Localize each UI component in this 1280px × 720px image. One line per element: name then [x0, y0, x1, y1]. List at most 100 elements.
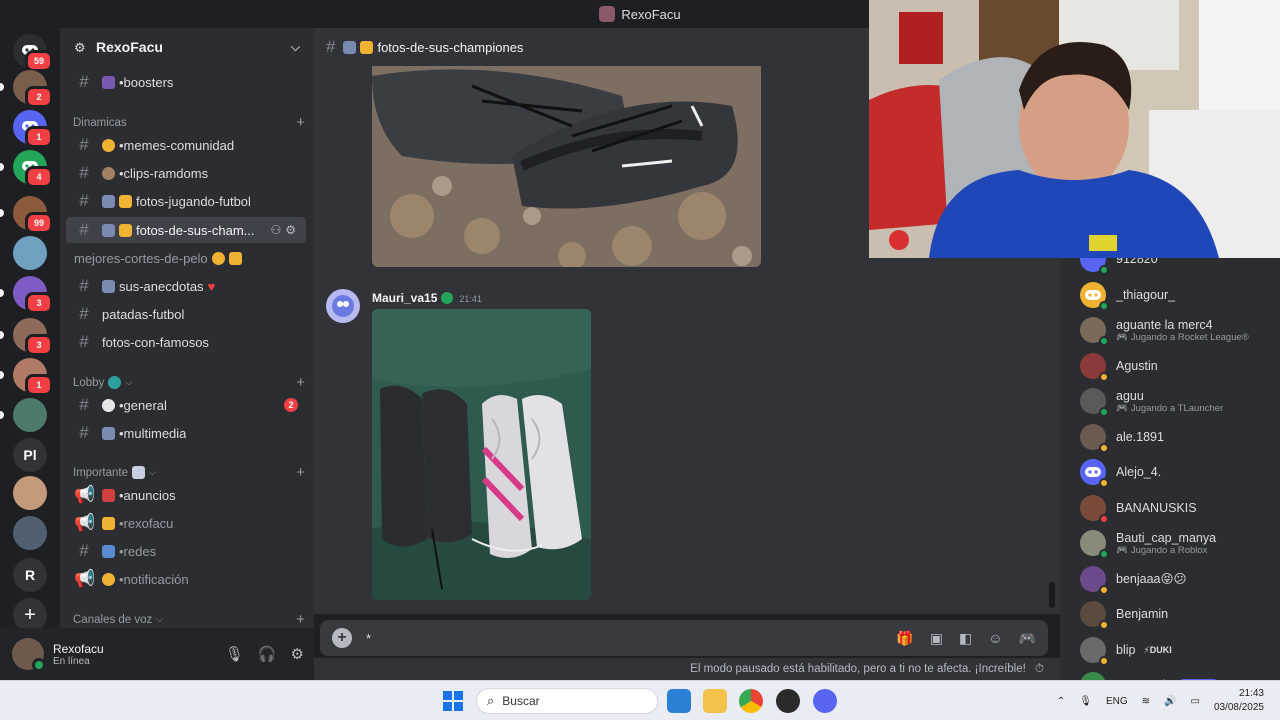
member-item[interactable]: _thiagour_	[1080, 278, 1276, 312]
member-item[interactable]: Agustin	[1080, 349, 1276, 383]
scrollbar[interactable]	[1049, 582, 1055, 608]
server-icon[interactable]	[13, 476, 47, 510]
channel-rexofacu[interactable]: 📢 •rexofacu	[66, 510, 306, 536]
status-indicator-icon	[1099, 300, 1109, 311]
member-item[interactable]: ale.1891	[1080, 420, 1276, 454]
language-indicator[interactable]: ENG	[1106, 696, 1128, 707]
member-item[interactable]: Benjamin	[1080, 597, 1276, 631]
headphones-icon[interactable]: 🎧	[258, 645, 277, 663]
channel-sus-anecdotas[interactable]: ● # sus-anecdotas ♥	[66, 273, 306, 299]
search-icon: ⌕	[487, 693, 495, 708]
avatar[interactable]	[12, 638, 46, 672]
member-item[interactable]: aguu 🎮 Jugando a TLauncher	[1080, 384, 1276, 418]
notification-badge: 99	[25, 212, 53, 234]
server-icon[interactable]: 1	[13, 358, 53, 396]
server-icon[interactable]: 1	[13, 110, 53, 148]
wifi-icon[interactable]: ≋	[1142, 696, 1150, 707]
channel-boosters[interactable]: ● # •boosters	[66, 69, 306, 95]
channel-label: fotos-de-sus-cham...	[136, 222, 255, 238]
channel-clips-ramdoms[interactable]: ● # •clips-ramdoms	[66, 160, 306, 186]
volume-icon[interactable]: 🔊	[1164, 696, 1176, 707]
category-importante[interactable]: Importante ⌵ +	[73, 464, 305, 481]
add-attachment-icon[interactable]: +	[332, 628, 352, 648]
channel-memes-comunidad[interactable]: ● # •memes-comunidad	[66, 132, 306, 158]
server-icon[interactable]	[13, 398, 47, 432]
emoji-icon[interactable]: ☺	[988, 630, 1002, 647]
chrome-icon[interactable]	[739, 689, 763, 713]
notification-badge: 4	[25, 166, 53, 188]
channel-mejores-cortes-de-pelo[interactable]: mejores-cortes-de-pelo	[66, 245, 306, 271]
attachment-image-boots-black[interactable]	[372, 66, 761, 267]
server-icon[interactable]: Pl	[13, 438, 47, 472]
microphone-icon[interactable]: 🎙	[1079, 696, 1092, 707]
chevron-down-icon[interactable]: ⌵	[291, 40, 300, 55]
webcam-overlay	[869, 0, 1280, 258]
category-lobby[interactable]: Lobby ⌵ +	[73, 374, 305, 391]
taskbar-search[interactable]: ⌕ Buscar	[476, 688, 658, 714]
guild-header[interactable]: ⚙ RexoFacu ⌵	[60, 28, 314, 66]
category-canales-de-voz[interactable]: Canales de voz ⌵ +	[73, 611, 305, 628]
sticker-icon[interactable]: ◧	[959, 630, 972, 647]
gif-icon[interactable]: ▣	[930, 630, 943, 647]
member-item[interactable]: 912820	[1080, 258, 1276, 276]
member-item[interactable]: benjaaa😝😕	[1080, 562, 1276, 596]
message-input[interactable]: *	[366, 631, 371, 646]
channel-title: fotos-de-sus-championes	[377, 39, 524, 55]
clock[interactable]: 21:43 03/08/2025	[1214, 687, 1264, 715]
channel-general[interactable]: ● # •general 2	[66, 392, 306, 418]
add-channel-icon[interactable]: +	[296, 611, 305, 628]
gamepad-icon[interactable]: 🎮	[1019, 630, 1036, 647]
server-icon[interactable]	[13, 236, 47, 270]
gamepad-icon: 🎮	[1116, 402, 1128, 414]
add-channel-icon[interactable]: +	[296, 374, 305, 391]
channel-fotos-de-sus-championes[interactable]: # fotos-de-sus-cham... ⚇⚙	[66, 217, 306, 243]
vscode-icon[interactable]	[667, 689, 691, 713]
windows-start-icon[interactable]	[443, 691, 463, 711]
invite-icon[interactable]: ⚇	[270, 223, 285, 237]
channel-fotos-con-famosos[interactable]: ● # fotos-con-famosos	[66, 329, 306, 355]
server-icon[interactable]: +	[13, 598, 47, 632]
avatar[interactable]	[326, 289, 360, 323]
channel-patadas-futbol[interactable]: ● # patadas-futbol	[66, 301, 306, 327]
message-author[interactable]: Mauri_va15	[372, 291, 437, 305]
channel-anuncios[interactable]: ● 📢 •anuncios	[66, 482, 306, 508]
chevron-up-icon[interactable]: ⌃	[1057, 696, 1065, 707]
server-icon[interactable]: 3	[13, 318, 53, 356]
channel-multimedia[interactable]: ● # •multimedia	[66, 420, 306, 446]
server-icon[interactable]: 3	[13, 276, 53, 314]
message-composer[interactable]: + * 🎁 ▣ ◧ ☺ 🎮	[320, 620, 1048, 656]
server-icon[interactable]	[13, 516, 47, 550]
member-item[interactable]: aguante la merc4 🎮 Jugando a Rocket League…	[1080, 313, 1276, 347]
member-item[interactable]: Alejo_4.	[1080, 455, 1276, 489]
server-icon[interactable]: R	[13, 558, 47, 592]
status-indicator-icon	[1099, 513, 1109, 524]
server-icon[interactable]: 2	[13, 70, 53, 108]
channel-fotos-jugando-futbol[interactable]: ● # fotos-jugando-futbol	[66, 188, 306, 214]
category-dinamicas[interactable]: Dinamicas +	[73, 114, 305, 131]
discord-taskbar-icon[interactable]	[813, 689, 837, 713]
channel-redes[interactable]: # •redes	[66, 538, 306, 564]
member-item[interactable]: Bauti_cap_manya 🎮 Jugando a Roblox	[1080, 526, 1276, 560]
add-channel-icon[interactable]: +	[296, 114, 305, 131]
gear-icon[interactable]: ⚙	[291, 645, 304, 663]
camera-emoji-icon	[343, 40, 357, 54]
gift-icon[interactable]: 🎁	[896, 630, 913, 647]
attachment-image-boots-pair[interactable]	[372, 309, 591, 600]
obs-icon[interactable]	[776, 689, 800, 713]
gear-icon[interactable]: ⚙	[285, 223, 300, 237]
hash-icon: #	[79, 163, 89, 182]
server-label: +	[24, 603, 36, 626]
server-icon[interactable]: 59	[13, 34, 53, 72]
file-explorer-icon[interactable]	[703, 689, 727, 713]
add-channel-icon[interactable]: +	[296, 464, 305, 481]
member-list: 912820 _thiagour_ aguante la merc4 🎮 Jugando…	[1060, 258, 1280, 680]
member-item[interactable]: CactusFire✓ APP	[1080, 668, 1276, 680]
channel-notificacion[interactable]: 📢 •notificación	[66, 566, 306, 592]
battery-icon[interactable]: ▭	[1190, 696, 1199, 707]
member-item[interactable]: blip ⚡DUKI	[1080, 633, 1276, 667]
server-icon[interactable]: 99	[13, 196, 53, 234]
channel-tools: ⚇⚙	[270, 223, 300, 237]
server-icon[interactable]: 4	[13, 150, 53, 188]
member-item[interactable]: BANANUSKIS	[1080, 491, 1276, 525]
microphone-icon[interactable]: 🎙	[225, 645, 244, 663]
